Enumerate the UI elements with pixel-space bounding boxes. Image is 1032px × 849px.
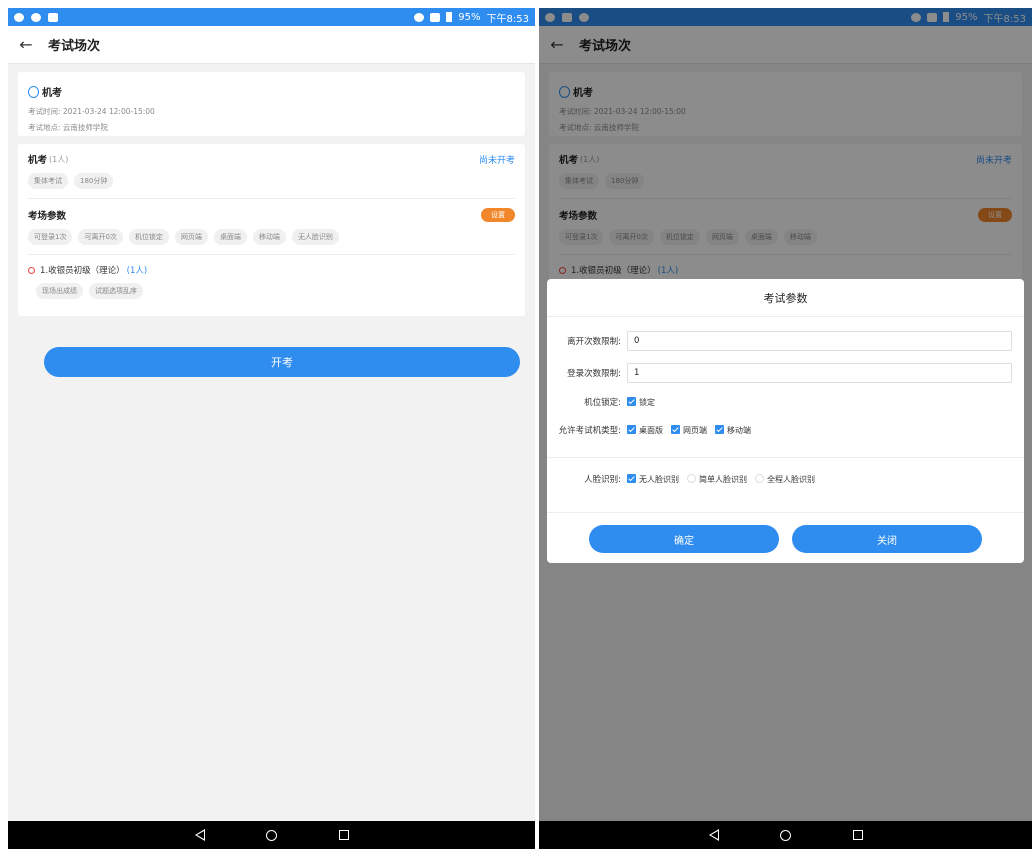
confirm-button[interactable]: 确定 [589, 525, 779, 553]
recents-nav-icon[interactable] [338, 829, 350, 841]
wifi-icon [31, 12, 41, 22]
param-tag: 无人脸识别 [291, 229, 339, 245]
param-tag: 机位锁定 [128, 229, 169, 245]
subject-tag: 现场出成绩 [36, 283, 83, 299]
type-mobile-checkbox[interactable]: 移动端 [715, 424, 751, 436]
nav-bar [8, 821, 535, 849]
home-nav-icon[interactable] [780, 829, 792, 841]
seat-lock-option: 锁定 [639, 397, 655, 407]
type-web-label: 网页端 [683, 425, 707, 435]
main-content: 机考 考试时间: 2021-03-24 12:00-15:00 考试地点: 云南… [8, 64, 535, 821]
subject-item[interactable]: 1.收银员初级（理论） (1人) [40, 264, 147, 276]
session-count: (1人) [49, 154, 69, 164]
back-nav-icon[interactable] [194, 829, 206, 841]
session-tag: 180分钟 [74, 173, 114, 189]
checkbox-checked-icon [627, 424, 636, 434]
exam-params-dialog: 考试参数 离开次数限制: 0 登录次数限制: 1 机位锁定: 锁定 允许考试机类… [547, 279, 1024, 563]
type-desktop-label: 桌面版 [639, 425, 663, 435]
search-app-icon [14, 12, 24, 22]
close-button[interactable]: 关闭 [792, 525, 982, 553]
exam-name: 机考 [42, 88, 62, 99]
session-tag: 集体考试 [28, 173, 68, 189]
subject-name: 1.收银员初级（理论） [40, 266, 125, 276]
seat-lock-checkbox[interactable]: 锁定 [627, 396, 655, 408]
settings-button[interactable]: 设置 [481, 208, 515, 222]
clock: 下午8:53 [486, 13, 529, 25]
exam-time: 考试时间: 2021-03-24 12:00-15:00 [28, 107, 155, 116]
params-title: 考场参数 [28, 211, 67, 222]
face-simple-label: 简单人脸识别 [699, 474, 747, 484]
param-tag: 可离开0次 [78, 229, 123, 245]
subject-count: (1人) [126, 266, 148, 276]
login-limit-input[interactable]: 1 [627, 363, 1012, 383]
page-title: 考试场次 [48, 39, 101, 54]
arrow-left-icon[interactable]: ← [8, 35, 44, 54]
face-recognition-label: 人脸识别: [584, 475, 621, 485]
param-tag: 移动端 [252, 229, 286, 245]
checkbox-checked-icon [627, 473, 636, 483]
type-desktop-checkbox[interactable]: 桌面版 [627, 424, 663, 436]
param-tag: 网页端 [174, 229, 208, 245]
session-status: 尚未开考 [478, 155, 515, 166]
battery-icon [446, 12, 453, 22]
login-limit-label: 登录次数限制: [567, 369, 621, 379]
session-title: 机考 [28, 155, 48, 166]
radio-unchecked-icon [755, 473, 764, 483]
face-full-label: 全程人脸识别 [767, 474, 815, 484]
param-tag: 可登录1次 [28, 229, 73, 245]
checkbox-checked-icon [627, 396, 636, 406]
param-tag: 桌面端 [213, 229, 247, 245]
medal-icon [28, 86, 39, 98]
nav-bar [539, 821, 1032, 849]
battery-level: 95% [458, 11, 481, 23]
client-types-label: 允许考试机类型: [558, 426, 621, 436]
signal-icon [430, 12, 441, 22]
left-screen: 95% 下午8:53 ← 考试场次 机考 考试时间: 2021-03-24 12… [8, 8, 535, 849]
subject-tag: 试题选项乱序 [89, 283, 143, 299]
checkbox-checked-icon [715, 424, 724, 434]
leave-limit-input[interactable]: 0 [627, 331, 1012, 351]
status-bar: 95% 下午8:53 [8, 8, 535, 26]
back-nav-icon[interactable] [708, 829, 720, 841]
radio-unchecked-icon [687, 473, 696, 483]
title-bar: ← 考试场次 [8, 26, 535, 64]
divider [547, 512, 1024, 513]
face-full-option[interactable]: 全程人脸识别 [755, 473, 815, 485]
type-mobile-label: 移动端 [727, 425, 751, 435]
vibrate-icon [414, 12, 425, 22]
seat-lock-label: 机位锁定: [584, 398, 621, 408]
face-simple-option[interactable]: 简单人脸识别 [687, 473, 747, 485]
start-exam-button[interactable]: 开考 [44, 347, 520, 377]
exam-place: 考试地点: 云南技师学院 [28, 123, 108, 132]
face-none-label: 无人脸识别 [639, 474, 679, 484]
right-screen: 95% 下午8:53 ← 考试场次 机考 考试时间: 2021-03-24 12… [539, 8, 1032, 849]
recents-nav-icon[interactable] [852, 829, 864, 841]
home-nav-icon[interactable] [266, 829, 278, 841]
subject-marker-icon [28, 266, 35, 274]
exam-info-card: 机考 考试时间: 2021-03-24 12:00-15:00 考试地点: 云南… [18, 72, 525, 136]
session-card: 机考 (1人) 尚未开考 集体考试 180分钟 考场参数 设置 可登录1次 可离… [18, 144, 525, 316]
divider [28, 198, 515, 199]
checkbox-checked-icon [671, 424, 680, 434]
type-web-checkbox[interactable]: 网页端 [671, 424, 707, 436]
notification-icon [48, 12, 58, 22]
face-none-option[interactable]: 无人脸识别 [627, 473, 679, 485]
dialog-title: 考试参数 [547, 279, 1024, 317]
leave-limit-label: 离开次数限制: [567, 337, 621, 347]
divider [28, 254, 515, 255]
